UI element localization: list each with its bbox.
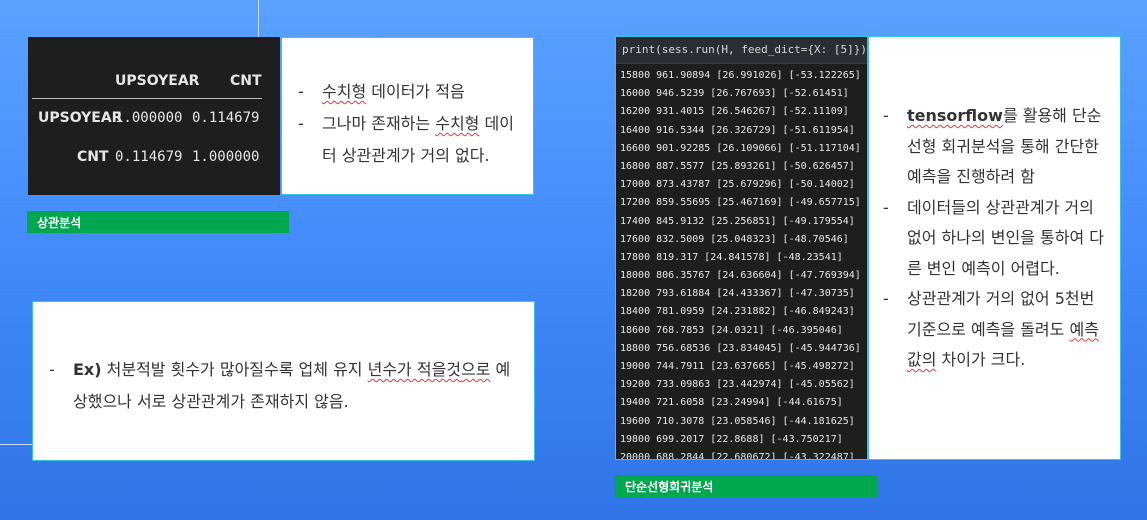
- spellcheck-word: 으로: [461, 360, 491, 379]
- code-output-panel: print(sess.run(H, feed_dict={X: [5]})) 1…: [615, 36, 868, 460]
- code-line: 19400 721.6058 [23.24994] [-44.61675]: [620, 397, 843, 409]
- code-line: 16200 931.4015 [26.546267] [-52.11109]: [620, 106, 849, 118]
- example-panel: - Ex) 처분적발 횟수가 많아질수록 업체 유지 년수가 적을것으로 예상했…: [32, 301, 535, 461]
- code-line: 16800 887.5577 [25.893261] [-50.626457]: [620, 160, 855, 172]
- corr-col-header: CNT: [230, 73, 262, 89]
- list-item: - tensorflow를 활용해 단순선형 회귀분석을 통해 간단한 예측을 …: [883, 101, 1112, 193]
- bullet-dash: -: [298, 82, 304, 101]
- code-line: 18800 756.68536 [23.834045] [-45.944736]: [620, 342, 861, 354]
- correlation-matrix: UPSOYEAR CNT UPSOYEAR 1.000000 0.114679 …: [28, 37, 280, 195]
- code-line: 18400 781.0959 [24.231882] [-46.849243]: [620, 306, 855, 318]
- list-item: - Ex) 처분적발 횟수가 많아질수록 업체 유지 년수가 적을것으로 예상했…: [49, 354, 520, 418]
- note-text: 데이터가 적음: [366, 82, 465, 101]
- note-text: 차이가 크다.: [936, 350, 1026, 369]
- code-line: 16000 946.5239 [26.767693] [-52.61451]: [620, 88, 849, 100]
- corr-cell: 1.000000: [192, 149, 260, 165]
- bullet-dash: -: [883, 289, 889, 308]
- code-line: 16600 901.92285 [26.109066] [-51.117104]: [620, 142, 861, 154]
- spellcheck-word: 수치형: [322, 82, 367, 101]
- code-output-lines: 15800 961.90894 [26.991026] [-53.122265]…: [616, 64, 867, 460]
- bullet-dash: -: [49, 360, 55, 379]
- code-line: 17000 873.43787 [25.679296] [-50.14002]: [620, 179, 855, 191]
- code-line: 17600 832.5009 [25.048323] [-48.70546]: [620, 233, 849, 245]
- corr-cell: 0.114679: [115, 149, 183, 165]
- section-label-regression: 단순선형회귀분석: [615, 475, 877, 497]
- correlation-notes-panel: - 수치형 데이터가 적음 - 그나마 존재하는 수치형 데이터 상관관계가 거…: [281, 37, 534, 195]
- corr-cell: 0.114679: [192, 110, 260, 126]
- decorative-line-vertical: [258, 0, 259, 40]
- code-line: 15800 961.90894 [26.991026] [-53.122265]: [620, 70, 861, 81]
- code-line: 17400 845.9132 [25.256851] [-49.179554]: [620, 215, 855, 227]
- code-line: 18600 768.7853 [24.0321] [-46.395046]: [620, 324, 843, 336]
- example-list: - Ex) 처분적발 횟수가 많아질수록 업체 유지 년수가 적을것으로 예상했…: [49, 354, 520, 418]
- code-line: 19800 699.2017 [22.8688] [-43.750217]: [620, 433, 843, 445]
- example-prefix: Ex): [73, 360, 102, 379]
- code-cell-input: print(sess.run(H, feed_dict={X: [5]})): [616, 37, 867, 64]
- code-line: 17800 819.317 [24.841578] [-48.23541]: [620, 251, 843, 263]
- note-text: 상관관계가 거의 없어 5천번 기준으로 예측을 돌려도: [907, 289, 1095, 339]
- code-line: 19000 744.7911 [23.637665] [-45.498272]: [620, 361, 855, 372]
- bullet-dash: -: [883, 106, 889, 125]
- corr-header-rule: [32, 98, 262, 99]
- section-label-correlation: 상관분석: [27, 211, 289, 233]
- code-line: 16400 916.5344 [26.326729] [-51.611954]: [620, 124, 855, 136]
- decorative-line-horizontal: [0, 444, 32, 445]
- corr-row-label: UPSOYEAR: [38, 110, 123, 126]
- code-line: 20000 688.2844 [22.680672] [-43.322487]: [620, 451, 855, 460]
- bullet-dash: -: [883, 197, 889, 217]
- code-line: 18000 806.35767 [24.636604] [-47.769394]: [620, 270, 861, 282]
- code-line: 17200 859.55695 [25.467169] [-49.657715]: [620, 197, 861, 209]
- corr-row-label: CNT: [77, 149, 109, 165]
- correlation-notes-list: - 수치형 데이터가 적음 - 그나마 존재하는 수치형 데이터 상관관계가 거…: [298, 76, 525, 172]
- list-item: - 상관관계가 거의 없어 5천번 기준으로 예측을 돌려도 예측값의 차이가 …: [883, 284, 1112, 376]
- example-text: 처분적발 횟수가 많아질수록 업체 유지: [101, 360, 368, 379]
- spellcheck-word: tensorflow: [907, 106, 1003, 125]
- regression-notes-panel: - tensorflow를 활용해 단순선형 회귀분석을 통해 간단한 예측을 …: [868, 36, 1121, 460]
- note-text: 그나마 존재하는: [322, 114, 436, 133]
- code-line: 19600 710.3078 [23.058546] [-44.181625]: [620, 415, 855, 427]
- spellcheck-word: 수치형: [435, 114, 480, 133]
- code-line: 18200 793.61884 [24.433367] [-47.30735]: [620, 288, 855, 300]
- bullet-dash: -: [298, 114, 304, 133]
- spellcheck-word: 년수가 적을것: [367, 360, 462, 379]
- list-item: - 수치형 데이터가 적음: [298, 76, 525, 108]
- corr-col-header: UPSOYEAR: [115, 73, 200, 89]
- list-item: - 데이터들의 상관관계가 거의 없어 하나의 변인을 통하여 다른 변인 예측…: [883, 193, 1112, 285]
- regression-notes-list: - tensorflow를 활용해 단순선형 회귀분석을 통해 간단한 예측을 …: [883, 101, 1112, 376]
- list-item: - 그나마 존재하는 수치형 데이터 상관관계가 거의 없다.: [298, 108, 525, 172]
- corr-cell: 1.000000: [115, 110, 183, 126]
- note-text: 데이터들의 상관관계가 거의 없어 하나의 변인을 통하여 다른 변인 예측이 …: [907, 197, 1104, 278]
- code-line: 19200 733.09863 [23.442974] [-45.05562]: [620, 379, 855, 391]
